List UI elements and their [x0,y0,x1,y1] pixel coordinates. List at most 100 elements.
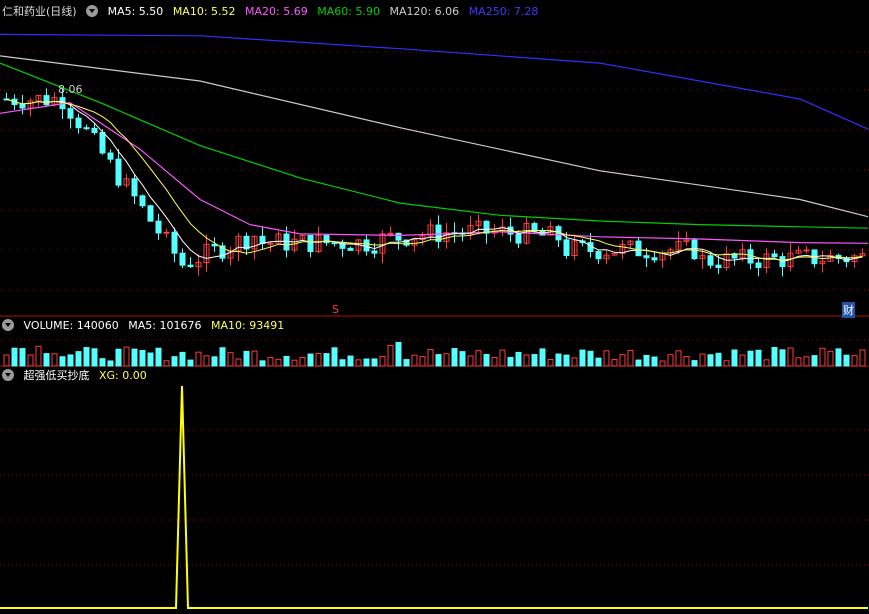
s-marker: S [332,303,339,316]
volume-bar [307,353,314,367]
finance-marker: 财 [842,302,855,318]
volume-bar [179,351,186,367]
volume-bar [379,355,386,367]
candle-body [755,262,762,268]
volume-bar [539,348,546,367]
candle-body [243,235,250,250]
volume-bar [243,350,250,367]
volume-bar [115,348,122,367]
volume-bar [675,350,682,367]
volume-bar [11,347,18,367]
volume-bar [427,349,434,367]
volume-bar [603,350,610,367]
volume-bar [51,353,58,367]
volume-bar [83,347,90,367]
candle-body [43,95,50,106]
volume-bar [259,360,266,367]
stock-title: 仁和药业(日线) [2,5,77,18]
volume-bar [555,353,562,367]
candle-body [19,103,26,109]
volume-bar [779,349,786,367]
volume-bar [411,354,418,367]
volume-bar [739,354,746,367]
candle-body [187,264,194,268]
volume-bar [139,349,146,367]
volume-ma10: MA10: 93491 [210,319,285,332]
volume-bar [371,358,378,367]
volume-bar [651,356,658,367]
ma120-value: MA120: 6.06 [389,5,460,18]
candle-body [267,242,274,245]
volume-bar [643,354,650,367]
volume-bar [435,354,442,367]
candle-body [707,255,714,266]
chevron-down-icon[interactable] [2,319,14,331]
volume-bar [611,359,618,367]
volume-bar [619,354,626,367]
indicator-panel-header: 超强低买抄底 XG: 0.00 [2,368,153,384]
volume-bar [155,347,162,367]
volume-bar [3,354,10,367]
candle-body [107,152,114,160]
volume-bar [659,360,666,367]
volume-bar [531,354,538,367]
candle-body [147,205,154,222]
volume-bar [99,358,106,367]
volume-bar [731,349,738,367]
volume-bar [571,357,578,367]
volume-bar [627,349,634,367]
volume-bar [515,351,522,367]
candle-body [91,127,98,134]
volume-bar [819,347,826,367]
candle-body [363,239,370,252]
volume-bar [587,350,594,367]
moving-average-lines [0,33,869,263]
ma250-value: MA250: 7.28 [468,5,539,18]
ma20-line [0,101,869,244]
price-panel-header: 仁和药业(日线) MA5: 5.50 MA10: 5.52 MA20: 5.69… [2,4,544,20]
volume-bar [811,355,818,367]
chevron-down-icon[interactable] [86,5,99,17]
candle-body [771,253,778,258]
volume-bar [483,353,490,367]
volume-bar [219,347,226,367]
volume-bar [195,351,202,367]
volume-bar [851,355,858,367]
volume-bar [563,354,570,367]
candle-body [179,252,186,266]
candle-body [171,231,178,254]
volume-bar [699,353,706,367]
volume-bar [835,348,842,367]
volume-bar [771,346,778,367]
grid-lines [0,51,869,566]
volume-bar [43,353,50,367]
volume-bar [747,350,754,367]
volume-panel-header: VOLUME: 140060 MA5: 101676 MA10: 93491 [2,318,290,334]
volume-bar [19,348,26,367]
volume-bar [339,359,346,367]
volume-bar [691,360,698,367]
volume-bar [475,350,482,367]
chevron-down-icon[interactable] [2,369,14,381]
volume-ma5: MA5: 101676 [128,319,202,332]
volume-bar [267,357,274,367]
volume-bar [635,359,642,367]
volume-bar [107,360,114,367]
volume-bar [147,352,154,367]
volume-bar [499,349,506,367]
volume-bar [827,350,834,367]
volume-bar [683,356,690,367]
ma60-value: MA60: 5.90 [317,5,380,18]
candlesticks [3,87,866,277]
volume-bar [363,358,370,367]
candle-body [331,242,338,245]
volume-bar [451,348,458,367]
candle-body [395,232,402,241]
volume-bar [467,355,474,367]
volume-bar [707,354,714,367]
volume-bar [67,354,74,367]
volume-bar [323,353,330,367]
ma10-value: MA10: 5.52 [172,5,236,18]
candle-body [347,247,354,251]
volume-bar [403,359,410,367]
